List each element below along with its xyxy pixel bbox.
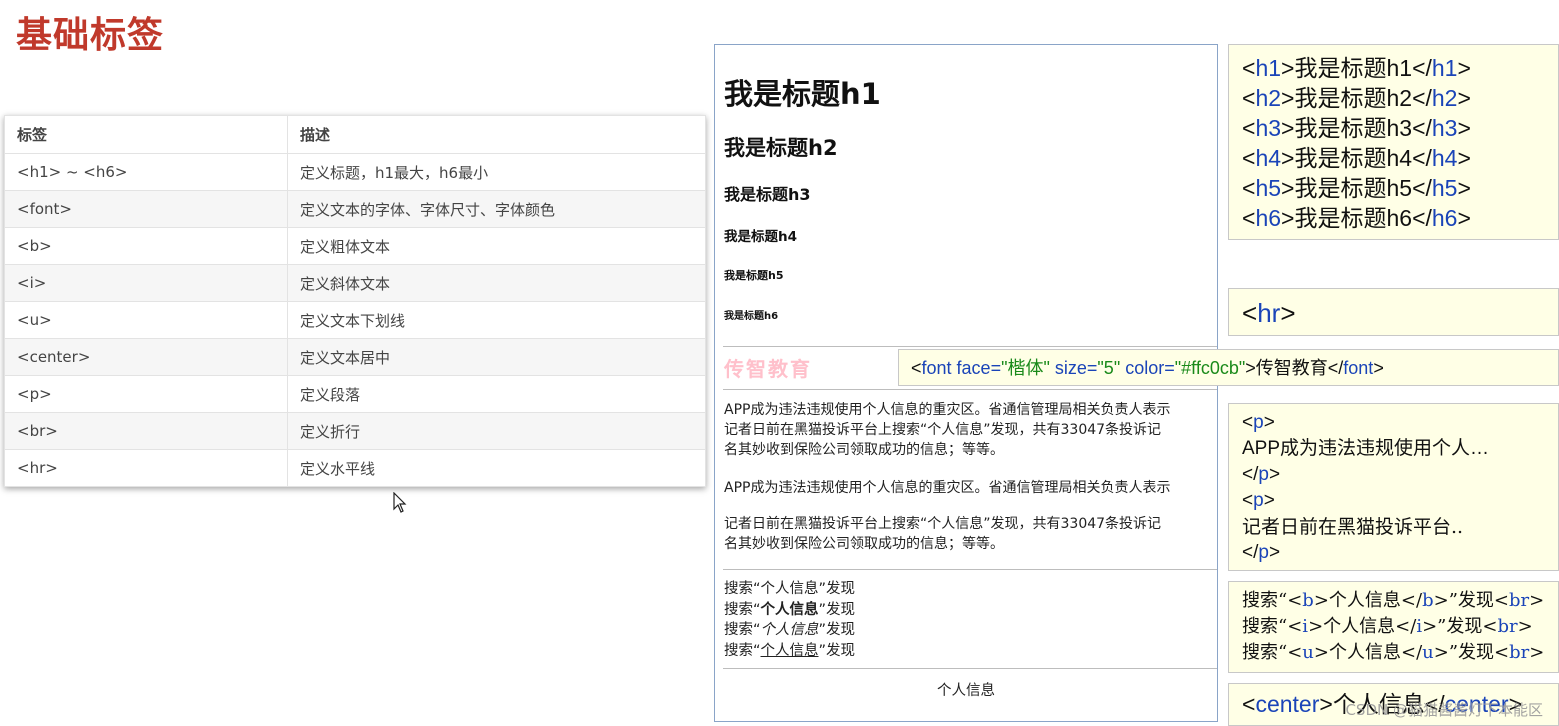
tag-table: 标签 描述 <h1> ~ <h6> 定义标题，h1最大，h6最小 <font> 定义…	[4, 115, 706, 487]
table-header-row: 标签 描述	[4, 115, 706, 154]
demo-h5: 我是标题h5	[724, 269, 784, 282]
table-row: <b> 定义粗体文本	[4, 227, 706, 265]
demo-search-plain: 搜索“个人信息”发现	[724, 581, 856, 597]
desc-cell: 定义粗体文本	[287, 227, 706, 265]
desc-cell: 定义水平线	[287, 449, 706, 487]
table-row: <br> 定义折行	[4, 412, 706, 450]
desc-cell: 定义文本下划线	[287, 301, 706, 339]
tag-cell: <center>	[4, 338, 288, 376]
tag-cell: <br>	[4, 412, 288, 450]
page-title: 基础标签	[16, 15, 165, 56]
desc-cell: 定义标题，h1最大，h6最小	[287, 153, 706, 191]
demo-center-text: 个人信息	[937, 683, 995, 699]
demo-paragraph-3: 记者日前在黑猫投诉平台上搜索“个人信息”发现，共有33047条投诉记 名其妙收到…	[724, 516, 1162, 552]
code-line-u: 搜索“<u>个人信息</u>”发现<br>	[1242, 642, 1545, 663]
demo-search-bold: 搜索“个人信息”发现	[724, 601, 856, 618]
desc-cell: 定义段落	[287, 375, 706, 413]
code-box-format: 搜索“<b>个人信息</b>”发现<br> 搜索“<i>个人信息</i>”发现<…	[1228, 581, 1559, 673]
table-row: <h1> ~ <h6> 定义标题，h1最大，h6最小	[4, 153, 706, 191]
code-line-i: 搜索“<i>个人信息</i>”发现<br>	[1242, 616, 1533, 637]
code-line-h4: <h4>我是标题h4</h4>	[1242, 145, 1471, 171]
demo-search-italic: 搜索“个人信息”发现	[724, 622, 856, 638]
demo-h6: 我是标题h6	[724, 311, 779, 322]
demo-h2: 我是标题h2	[724, 136, 838, 160]
table-row: <p> 定义段落	[4, 375, 706, 413]
tag-cell: <b>	[4, 227, 288, 265]
tag-cell: <u>	[4, 301, 288, 339]
desc-cell: 定义斜体文本	[287, 264, 706, 302]
code-box-paragraphs: <p> APP成为违法违规使用个人… </p> <p> 记者日前在黑猫投诉平台.…	[1228, 403, 1559, 571]
tag-cell: <hr>	[4, 449, 288, 487]
demo-paragraph-1: APP成为违法违规使用个人信息的重灾区。省通信管理局相关负责人表示 记者日前在黑…	[724, 402, 1171, 458]
tag-cell: <font>	[4, 190, 288, 228]
desc-cell: 定义折行	[287, 412, 706, 450]
demo-hr-1	[723, 346, 1217, 347]
tag-cell: <h1> ~ <h6>	[4, 153, 288, 191]
desc-cell: 定义文本的字体、字体尺寸、字体颜色	[287, 190, 706, 228]
code-box-headings: <h1>我是标题h1</h1> <h2>我是标题h2</h2> <h3>我是标题…	[1228, 44, 1559, 240]
code-line-h5: <h5>我是标题h5</h5>	[1242, 175, 1471, 201]
code-line-h6: <h6>我是标题h6</h6>	[1242, 205, 1471, 231]
demo-h3: 我是标题h3	[724, 185, 811, 204]
table-row: <font> 定义文本的字体、字体尺寸、字体颜色	[4, 190, 706, 228]
demo-h4: 我是标题h4	[724, 229, 798, 245]
tag-cell: <p>	[4, 375, 288, 413]
tag-cell: <i>	[4, 264, 288, 302]
demo-hr-2	[723, 389, 1217, 390]
header-tag: 标签	[4, 115, 288, 154]
code-line-b: 搜索“<b>个人信息</b>”发现<br>	[1242, 590, 1545, 611]
code-box-font: <font face="楷体" size="5" color="#ffc0cb"…	[898, 349, 1559, 386]
demo-hr-3	[723, 569, 1217, 570]
code-line-h2: <h2>我是标题h2</h2>	[1242, 85, 1471, 111]
demo-search-underline: 搜索“个人信息”发现	[724, 642, 856, 659]
table-row: <center> 定义文本居中	[4, 338, 706, 376]
code-p1-text: APP成为违法违规使用个人…	[1242, 438, 1490, 459]
code-line-h1: <h1>我是标题h1</h1>	[1242, 55, 1471, 81]
demo-hr-4	[723, 668, 1217, 669]
demo-h1: 我是标题h1	[724, 77, 881, 111]
table-row: <u> 定义文本下划线	[4, 301, 706, 339]
watermark: CSDN @猫猫酱酱灯下本能区	[1345, 701, 1543, 719]
table-row: <hr> 定义水平线	[4, 449, 706, 487]
code-p2-text: 记者日前在黑猫投诉平台..	[1242, 516, 1464, 538]
demo-font-text: 传智教育	[724, 357, 812, 381]
code-box-hr: <hr>	[1228, 288, 1559, 336]
mouse-pointer-icon	[393, 492, 407, 513]
code-line-h3: <h3>我是标题h3</h3>	[1242, 115, 1471, 141]
demo-paragraph-2: APP成为违法违规使用个人信息的重灾区。省通信管理局相关负责人表示	[724, 480, 1171, 496]
table-row: <i> 定义斜体文本	[4, 264, 706, 302]
demo-format-lines: 搜索“个人信息”发现 搜索“个人信息”发现 搜索“个人信息”发现 搜索“个人信息…	[724, 579, 855, 661]
header-desc: 描述	[287, 115, 706, 154]
desc-cell: 定义文本居中	[287, 338, 706, 376]
